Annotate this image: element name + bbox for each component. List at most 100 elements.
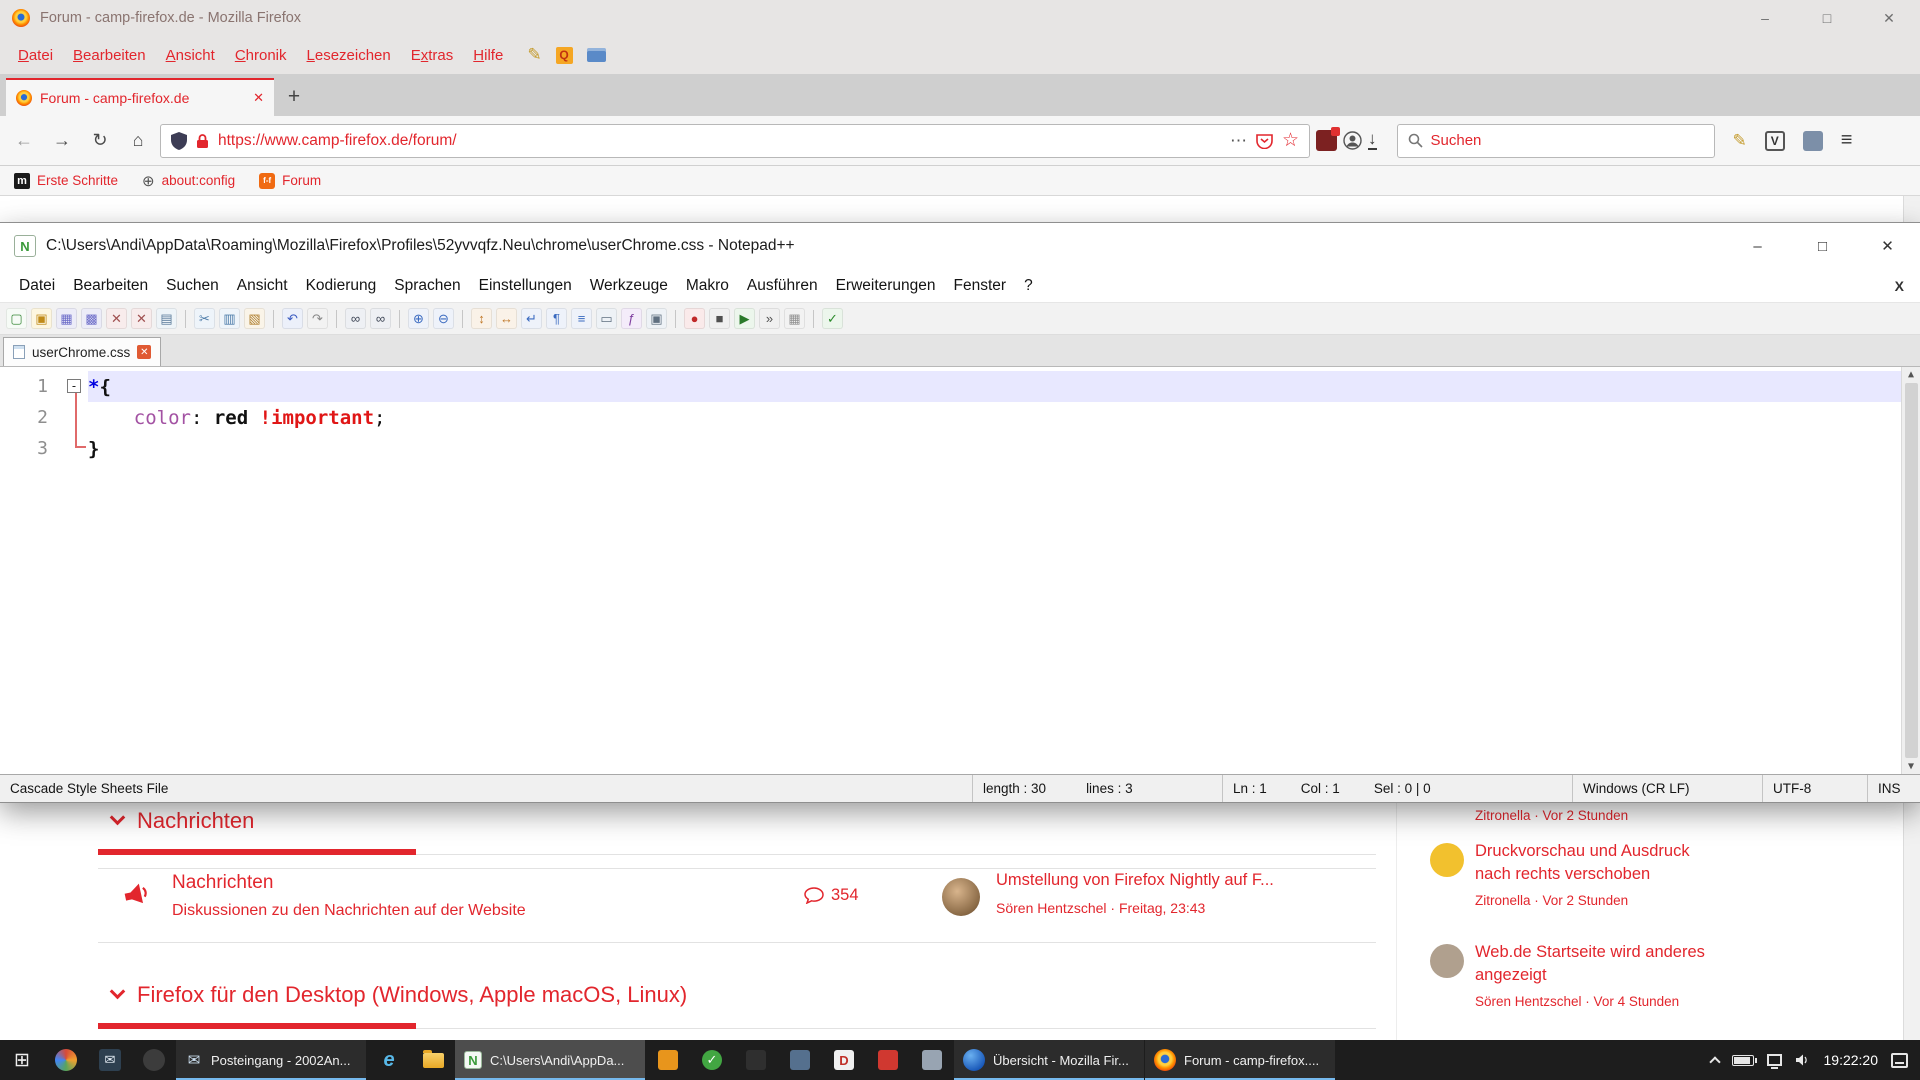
file-explorer-icon[interactable] <box>411 1040 455 1080</box>
menu-item-chronik[interactable]: Chronik <box>225 47 297 64</box>
ublock-icon[interactable] <box>1316 130 1337 151</box>
menu-item-einstellungen[interactable]: Einstellungen <box>470 277 581 295</box>
menu-item-bearbeiten[interactable]: Bearbeiten <box>64 277 157 295</box>
close-button[interactable]: ✕ <box>1858 0 1920 36</box>
start-button[interactable]: ⊞ <box>0 1040 44 1080</box>
new-tab-button[interactable]: + <box>274 78 314 116</box>
menu-item-erweiterungen[interactable]: Erweiterungen <box>827 277 945 295</box>
pencil-icon[interactable]: ✎ <box>1733 131 1747 151</box>
open-folder-icon[interactable]: ▣ <box>31 308 52 329</box>
bookmark-about-config[interactable]: ⊕ about:config <box>142 172 235 190</box>
macro-play-icon[interactable]: ▶ <box>734 308 755 329</box>
chevron-down-icon[interactable] <box>110 810 126 826</box>
forward-button[interactable]: → <box>46 125 78 157</box>
app-icon-1[interactable] <box>44 1040 88 1080</box>
taskbar-button-thunderbird[interactable]: Übersicht - Mozilla Fir... <box>954 1040 1144 1080</box>
avatar[interactable] <box>1430 843 1464 877</box>
topic-link[interactable]: Web.de Startseite wird anderes angezeigt <box>1475 941 1727 987</box>
close-all-icon[interactable]: ✕ <box>131 308 152 329</box>
status-insert-mode[interactable]: INS <box>1868 775 1920 802</box>
menu-item-bearbeiten[interactable]: Bearbeiten <box>63 47 156 64</box>
pinned-app-2[interactable]: ✓ <box>690 1040 734 1080</box>
menu-item-hilfe[interactable]: Hilfe <box>463 47 513 64</box>
minimize-button[interactable]: – <box>1734 0 1796 36</box>
status-eol[interactable]: Windows (CR LF) <box>1573 775 1763 802</box>
save-icon[interactable]: ▦ <box>56 308 77 329</box>
menu-item-datei[interactable]: Datei <box>8 47 63 64</box>
menu-item-sprachen[interactable]: Sprachen <box>385 277 469 295</box>
search-bar[interactable] <box>1397 124 1715 158</box>
url-text[interactable]: https://www.camp-firefox.de/forum/ <box>218 132 1221 150</box>
notification-center-icon[interactable] <box>1891 1053 1908 1068</box>
battery-icon[interactable] <box>1732 1055 1754 1066</box>
replace-icon[interactable]: ∞ <box>370 308 391 329</box>
pinned-app-6[interactable] <box>866 1040 910 1080</box>
redo-icon[interactable]: ↷ <box>307 308 328 329</box>
mail-compose-icon[interactable]: ✉ <box>88 1040 132 1080</box>
menu-item-makro[interactable]: Makro <box>677 277 738 295</box>
forum-link-nachrichten[interactable]: Nachrichten <box>172 872 273 894</box>
document-map-icon[interactable]: ▭ <box>596 308 617 329</box>
sync-horizontal-icon[interactable]: ↔ <box>496 308 517 329</box>
show-symbols-icon[interactable]: ¶ <box>546 308 567 329</box>
topic-link[interactable]: Druckvorschau und Ausdruck nach rechts v… <box>1475 840 1727 886</box>
qnote-icon[interactable]: Q <box>556 47 573 64</box>
taskbar-button-posteingang[interactable]: ✉Posteingang - 2002An... <box>176 1040 366 1080</box>
code-line-2[interactable]: 2 color: red !important; <box>0 402 1901 433</box>
menu-item-suchen[interactable]: Suchen <box>157 277 228 295</box>
pocket-icon[interactable] <box>1256 133 1273 149</box>
menu-item-ansicht[interactable]: Ansicht <box>156 47 225 64</box>
menu-hamburger-icon[interactable]: ≡ <box>1841 129 1853 152</box>
find-icon[interactable]: ∞ <box>345 308 366 329</box>
menu-item-kodierung[interactable]: Kodierung <box>297 277 386 295</box>
word-wrap-icon[interactable]: ↵ <box>521 308 542 329</box>
undo-icon[interactable]: ↶ <box>282 308 303 329</box>
status-encoding[interactable]: UTF-8 <box>1763 775 1868 802</box>
chevron-down-icon[interactable] <box>110 984 126 1000</box>
save-all-icon[interactable]: ▩ <box>81 308 102 329</box>
maximize-button[interactable]: □ <box>1796 0 1858 36</box>
blue-extension-icon[interactable] <box>1803 131 1823 151</box>
macro-stop-icon[interactable]: ■ <box>709 308 730 329</box>
close-button[interactable]: ✕ <box>1855 223 1920 269</box>
pinned-app-3[interactable] <box>734 1040 778 1080</box>
folder-workspace-icon[interactable]: ▣ <box>646 308 667 329</box>
macro-save-icon[interactable]: ▦ <box>784 308 805 329</box>
scrollbar-thumb[interactable] <box>1905 383 1918 758</box>
maximize-button[interactable]: □ <box>1790 223 1855 269</box>
cut-icon[interactable]: ✂ <box>194 308 215 329</box>
bookmark-forum[interactable]: f-f Forum <box>259 173 321 189</box>
tab-close-icon[interactable]: ✕ <box>253 90 264 106</box>
taskbar-button-notepadpp[interactable]: NC:\Users\Andi\AppDa... <box>455 1040 645 1080</box>
code-line-3[interactable]: 3} <box>0 433 1901 464</box>
document-close-icon[interactable]: ✕ <box>137 345 151 359</box>
firefox-titlebar[interactable]: Forum - camp-firefox.de - Mozilla Firefo… <box>0 0 1920 36</box>
scroll-down-icon[interactable]: ▼ <box>1908 761 1914 772</box>
sidebar-topic-item[interactable]: Zitronella · Vor 2 Stunden <box>1414 801 1744 823</box>
taskbar-button-firefox[interactable]: Forum - camp-firefox.... <box>1145 1040 1335 1080</box>
search-input[interactable] <box>1431 132 1704 149</box>
section-header-firefox-desktop[interactable]: Firefox für den Desktop (Windows, Apple … <box>112 982 687 1008</box>
sidebar-topic-item[interactable]: Druckvorschau und Ausdruck nach rechts v… <box>1414 840 1744 908</box>
zoom-out-icon[interactable]: ⊖ <box>433 308 454 329</box>
minimize-button[interactable]: – <box>1725 223 1790 269</box>
menu-item-datei[interactable]: Datei <box>10 277 64 295</box>
menu-item-extras[interactable]: Extras <box>401 47 464 64</box>
tab-forum-camp-firefox[interactable]: Forum - camp-firefox.de ✕ <box>6 78 274 116</box>
topic-link[interactable]: Umstellung von Firefox Nightly auf F... <box>996 871 1274 890</box>
section-title[interactable]: Firefox für den Desktop (Windows, Apple … <box>137 982 687 1008</box>
internet-explorer-icon[interactable]: e <box>367 1040 411 1080</box>
url-bar[interactable]: https://www.camp-firefox.de/forum/ ⋯ ☆ <box>160 124 1310 158</box>
pinned-app-1[interactable] <box>646 1040 690 1080</box>
notepadpp-titlebar[interactable]: N C:\Users\Andi\AppData\Roaming\Mozilla\… <box>0 223 1920 269</box>
close-file-icon[interactable]: ✕ <box>106 308 127 329</box>
back-button[interactable]: ← <box>8 125 40 157</box>
profile-icon[interactable] <box>1343 131 1362 150</box>
sidebar-topic-item[interactable]: Web.de Startseite wird anderes angezeigt… <box>1414 941 1744 1009</box>
fold-collapse-icon[interactable]: - <box>67 379 81 393</box>
avatar[interactable] <box>1430 944 1464 978</box>
menu-item-help[interactable]: ? <box>1015 277 1042 295</box>
pinned-app-7[interactable] <box>910 1040 954 1080</box>
bookmark-erste-schritte[interactable]: m Erste Schritte <box>14 173 118 189</box>
indent-guide-icon[interactable]: ≡ <box>571 308 592 329</box>
